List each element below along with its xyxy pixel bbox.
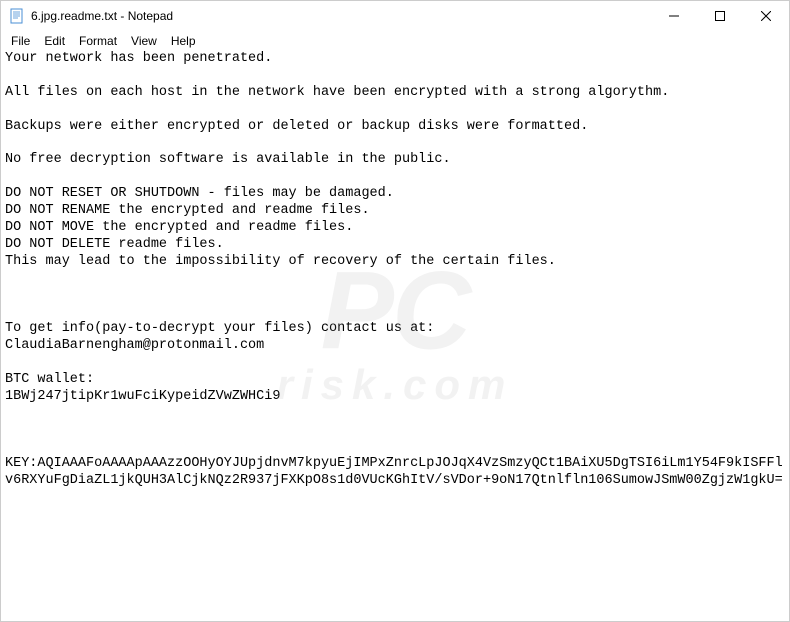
close-button[interactable]	[743, 1, 789, 31]
minimize-button[interactable]	[651, 1, 697, 31]
menu-view[interactable]: View	[125, 32, 163, 50]
menu-file[interactable]: File	[5, 32, 36, 50]
menu-help[interactable]: Help	[165, 32, 202, 50]
window-controls	[651, 1, 789, 31]
notepad-window: 6.jpg.readme.txt - Notepad File Edit For…	[0, 0, 790, 622]
maximize-button[interactable]	[697, 1, 743, 31]
title-left: 6.jpg.readme.txt - Notepad	[9, 8, 173, 24]
menu-format[interactable]: Format	[73, 32, 123, 50]
window-title: 6.jpg.readme.txt - Notepad	[31, 9, 173, 23]
menu-edit[interactable]: Edit	[38, 32, 71, 50]
text-content[interactable]: Your network has been penetrated. All fi…	[1, 51, 789, 621]
notepad-icon	[9, 8, 25, 24]
title-bar: 6.jpg.readme.txt - Notepad	[1, 1, 789, 31]
menu-bar: File Edit Format View Help	[1, 31, 789, 51]
